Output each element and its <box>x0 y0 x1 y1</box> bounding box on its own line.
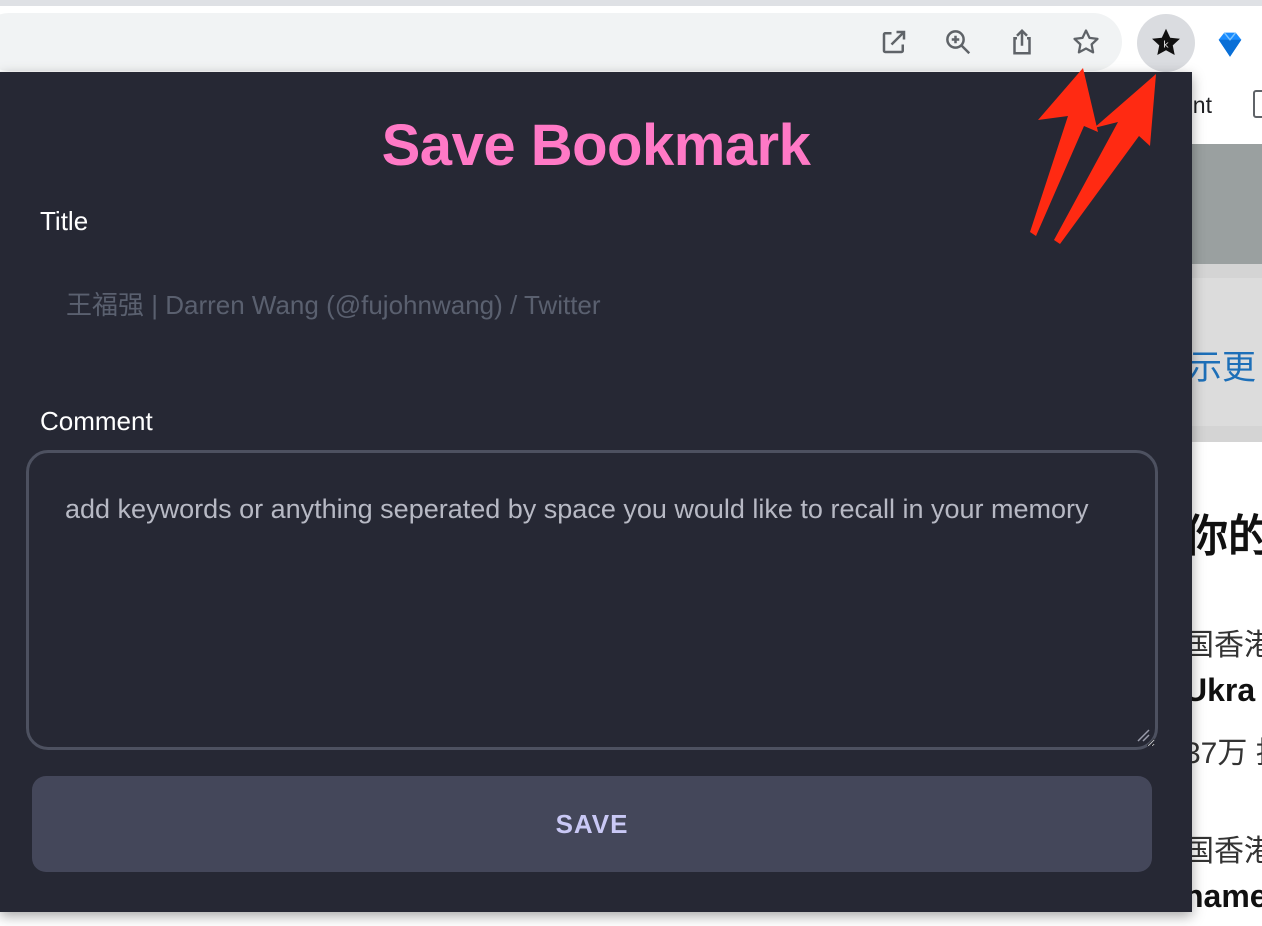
page-header-band <box>1190 144 1262 264</box>
comment-textarea[interactable] <box>26 450 1158 750</box>
section-heading: 你的起 <box>1184 512 1262 561</box>
zoom-in-icon[interactable] <box>938 22 978 62</box>
popup-heading: Save Bookmark <box>381 113 811 178</box>
save-button[interactable]: SAVE <box>32 776 1152 872</box>
share-icon[interactable] <box>1002 22 1042 62</box>
blue-gem-extension-icon[interactable] <box>1208 22 1252 66</box>
title-label: Title <box>40 206 89 236</box>
bookmark-folder-icon[interactable] <box>1253 90 1262 118</box>
trend-location: 国香港 <box>1184 629 1262 662</box>
open-in-new-icon[interactable] <box>874 22 914 62</box>
title-input[interactable] <box>40 272 1150 338</box>
comment-label: Comment <box>40 406 153 436</box>
trend-count: 37万 担 <box>1184 737 1262 770</box>
star-outline-icon[interactable] <box>1066 22 1106 62</box>
bookmark-star-extension-icon[interactable]: k <box>1137 14 1195 72</box>
show-more-link[interactable]: 示更 <box>1188 340 1256 389</box>
browser-top-strip <box>0 0 1262 6</box>
svg-text:k: k <box>1163 41 1169 51</box>
trend-topic[interactable]: name <box>1184 878 1262 915</box>
trend-topic[interactable]: Ukra <box>1184 672 1255 709</box>
save-bookmark-popup: Save Bookmark Title Comment SAVE <box>0 72 1192 912</box>
trend-location: 国香港 <box>1184 835 1262 868</box>
